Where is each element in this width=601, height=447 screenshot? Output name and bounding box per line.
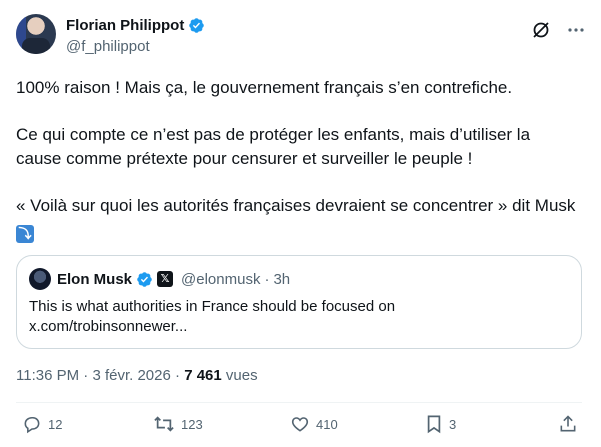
- quoted-display-name: Elon Musk: [57, 270, 133, 288]
- repost-count: 123: [181, 416, 203, 432]
- arrow-down-emoji-icon: ⤵: [16, 225, 34, 243]
- views-label: vues: [225, 367, 258, 384]
- share-button[interactable]: [558, 414, 578, 434]
- share-icon: [558, 414, 578, 434]
- quoted-body: This is what authorities in France shoul…: [29, 298, 396, 315]
- like-count: 410: [316, 416, 338, 432]
- like-button[interactable]: 410: [290, 414, 338, 434]
- x-affiliation-badge: 𝕏: [157, 271, 174, 287]
- tweet-date[interactable]: 3 févr. 2026: [92, 367, 170, 384]
- quoted-avatar: [29, 268, 51, 290]
- repost-icon: [153, 414, 175, 434]
- verified-icon: [188, 17, 205, 34]
- tweet-paragraph: Ce qui compte ce n’est pas de protéger l…: [16, 125, 531, 168]
- quoted-handle: @elonmusk: [181, 270, 261, 288]
- grok-icon[interactable]: [531, 20, 551, 40]
- meta-separator: ·: [83, 367, 89, 384]
- action-bar: 12 123 410 3: [0, 414, 601, 440]
- tweet-paragraph-text: « Voilà sur quoi les autorités française…: [16, 196, 576, 215]
- reply-icon: [22, 414, 42, 434]
- more-icon[interactable]: [567, 21, 585, 39]
- tweet-meta: 11:36 PM · 3 févr. 2026 · 7 461 vues: [16, 367, 258, 384]
- quoted-separator: ·: [264, 270, 270, 288]
- header-actions: [531, 20, 585, 40]
- quoted-text: This is what authorities in France shoul…: [29, 297, 569, 337]
- verified-icon: [136, 271, 153, 288]
- tweet-paragraph-last: « Voilà sur quoi les autorités française…: [16, 194, 576, 243]
- reply-button[interactable]: 12: [22, 414, 62, 434]
- bookmark-icon: [425, 414, 443, 434]
- author-avatar[interactable]: [16, 14, 56, 54]
- avatar-suit: [22, 38, 50, 54]
- bookmark-button[interactable]: 3: [425, 414, 456, 434]
- views-count: 7 461: [184, 367, 222, 384]
- quoted-link[interactable]: x.com/trobinsonnewer...: [29, 317, 569, 337]
- reply-count: 12: [48, 416, 63, 432]
- repost-button[interactable]: 123: [153, 414, 203, 434]
- like-icon: [290, 414, 310, 434]
- tweet-paragraph: 100% raison ! Mais ça, le gouvernement f…: [16, 78, 513, 97]
- quoted-time: 3h: [273, 270, 291, 288]
- author-handle[interactable]: @f_philippot: [66, 38, 150, 55]
- tweet-text: 100% raison ! Mais ça, le gouvernement f…: [16, 76, 576, 243]
- author-display-name[interactable]: Florian Philippot: [66, 17, 184, 34]
- quoted-header: Elon Musk 𝕏 @elonmusk · 3h: [29, 268, 290, 290]
- bookmark-count: 3: [449, 416, 457, 432]
- tweet-time[interactable]: 11:36 PM: [16, 367, 79, 384]
- divider: [16, 402, 582, 403]
- tweet-card: Florian Philippot @f_philippot 100% rais…: [0, 0, 601, 447]
- quoted-tweet[interactable]: Elon Musk 𝕏 @elonmusk · 3h This is what …: [16, 255, 582, 349]
- author-name-row: Florian Philippot: [66, 17, 205, 34]
- meta-separator: ·: [175, 367, 181, 384]
